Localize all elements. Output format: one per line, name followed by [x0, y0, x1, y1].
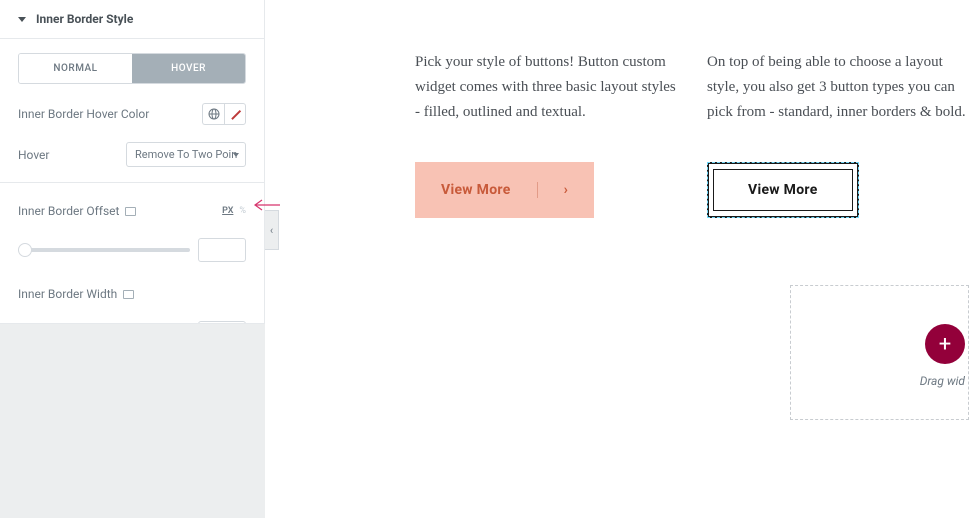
row-hover-color: Inner Border Hover Color: [18, 100, 246, 127]
unit-toggle-offset: PX %: [222, 206, 246, 216]
row-width-header: Inner Border Width: [18, 280, 246, 307]
state-tabs: NORMAL HOVER: [18, 53, 246, 84]
add-widget-button[interactable]: +: [925, 324, 965, 364]
desktop-icon[interactable]: [125, 207, 136, 216]
globe-icon[interactable]: [202, 103, 224, 125]
label-hover: Hover: [18, 148, 49, 162]
row-hover-select: Hover Remove To Two Poin: [18, 141, 246, 168]
section-title: Inner Border Style: [36, 12, 133, 26]
desktop-icon[interactable]: [123, 290, 134, 299]
slider-offset-input[interactable]: [198, 238, 246, 262]
button-label: View More: [441, 182, 538, 198]
view-more-button-filled[interactable]: View More ›: [415, 162, 594, 218]
unit-px[interactable]: PX: [222, 206, 233, 216]
slider-offset: [18, 238, 246, 262]
slash-icon: [228, 107, 242, 121]
view-more-button-outlined[interactable]: View More: [707, 162, 859, 218]
paragraph-1: Pick your style of buttons! Button custo…: [415, 50, 677, 124]
content-row: Pick your style of buttons! Button custo…: [280, 0, 969, 218]
label-width: Inner Border Width: [18, 287, 134, 301]
settings-sidebar: Inner Border Style NORMAL HOVER Inner Bo…: [0, 0, 265, 518]
divider: [0, 182, 264, 183]
unit-percent[interactable]: %: [239, 206, 246, 216]
color-controls: [202, 103, 246, 125]
slider-offset-track[interactable]: [18, 248, 190, 252]
drag-hint: Drag wid: [920, 374, 965, 388]
label-offset: Inner Border Offset: [18, 204, 136, 218]
tab-normal[interactable]: NORMAL: [19, 54, 132, 83]
editor-canvas: Pick your style of buttons! Button custo…: [280, 0, 969, 518]
section-inner-border-style-header[interactable]: Inner Border Style: [0, 0, 264, 39]
button-label: View More: [713, 169, 853, 211]
sidebar-empty-area: [0, 323, 265, 518]
sidebar-collapse-handle[interactable]: ‹: [265, 210, 279, 250]
column-1: Pick your style of buttons! Button custo…: [415, 50, 677, 218]
column-2: On top of being able to choose a layout …: [707, 50, 969, 218]
slider-offset-thumb[interactable]: [18, 243, 32, 257]
paragraph-2: On top of being able to choose a layout …: [707, 50, 969, 124]
chevron-right-icon: ›: [538, 182, 569, 198]
globe-svg: [208, 108, 220, 120]
no-color-icon[interactable]: [224, 103, 246, 125]
label-hover-color: Inner Border Hover Color: [18, 107, 149, 121]
hover-select[interactable]: Remove To Two Poin: [126, 142, 246, 167]
tab-hover[interactable]: HOVER: [132, 54, 245, 83]
caret-down-icon: [18, 17, 26, 22]
row-offset-header: Inner Border Offset PX %: [18, 197, 246, 224]
